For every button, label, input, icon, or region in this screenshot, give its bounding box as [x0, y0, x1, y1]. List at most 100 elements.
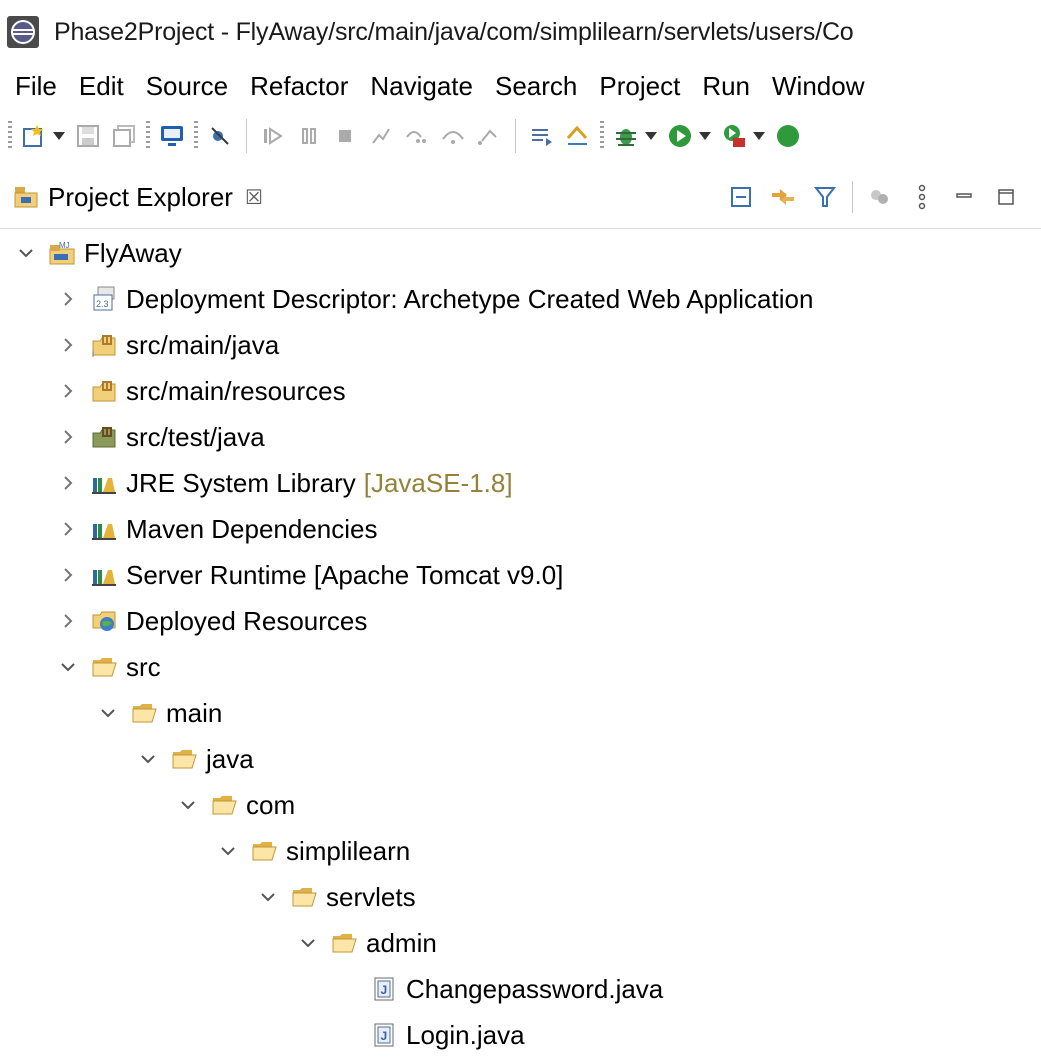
step-return-icon[interactable]: [474, 121, 504, 151]
tree-item-changepassword-java[interactable]: J Changepassword.java: [370, 966, 663, 1012]
close-icon[interactable]: ☒: [245, 185, 263, 210]
menu-file[interactable]: File: [0, 71, 68, 102]
folder-open-icon: [330, 929, 358, 957]
menu-window[interactable]: Window: [761, 71, 875, 102]
tree-item-label: simplilearn: [286, 835, 411, 866]
tree-item-src-main-resources[interactable]: src/main/resources: [56, 368, 346, 414]
suspend-icon[interactable]: [294, 121, 324, 151]
save-icon[interactable]: [73, 121, 103, 151]
maximize-icon[interactable]: [991, 182, 1021, 212]
tree-item-label: java: [206, 743, 254, 774]
use-step-filters-icon[interactable]: [527, 121, 557, 151]
tree-item-main[interactable]: main: [96, 690, 222, 736]
chevron-down-icon[interactable]: [52, 121, 66, 151]
chevron-down-icon[interactable]: [644, 121, 658, 151]
minimize-icon[interactable]: [949, 182, 979, 212]
menu-source[interactable]: Source: [135, 71, 239, 102]
terminate-icon[interactable]: [330, 121, 360, 151]
folder-open-icon: [290, 883, 318, 911]
chevron-down-icon[interactable]: [752, 121, 766, 151]
toolbar-grip[interactable]: [194, 121, 198, 151]
tree-item-label: Deployment Descriptor: Archetype Created…: [126, 283, 814, 314]
tree-item-servlets[interactable]: servlets: [256, 874, 416, 920]
tab-project-explorer[interactable]: Project Explorer ☒: [0, 166, 263, 228]
chevron-right-icon[interactable]: [56, 609, 80, 633]
toolbar-grip[interactable]: [8, 121, 12, 151]
coverage-icon[interactable]: [773, 121, 803, 151]
tree-item-deployment-descriptor[interactable]: 2.3 Deployment Descriptor: Archetype Cre…: [56, 276, 813, 322]
tree-item-simplilearn[interactable]: simplilearn: [216, 828, 410, 874]
view-menu-icon[interactable]: [907, 182, 937, 212]
window-title: Phase2Project - FlyAway/src/main/java/co…: [54, 17, 854, 46]
svg-text:MJ: MJ: [59, 241, 70, 250]
svg-text:2.3: 2.3: [96, 299, 109, 309]
toolbar-separator: [852, 181, 853, 213]
toolbar-grip[interactable]: [146, 121, 150, 151]
save-all-icon[interactable]: [109, 121, 139, 151]
focus-on-active-task-icon[interactable]: [865, 182, 895, 212]
chevron-down-icon[interactable]: [176, 793, 200, 817]
tree-item-login-java[interactable]: J Login.java: [370, 1012, 525, 1058]
skip-breakpoints-icon[interactable]: [205, 121, 235, 151]
svg-text:J: J: [381, 1029, 388, 1043]
tree-item-label: FlyAway: [84, 237, 182, 268]
step-over-icon[interactable]: [438, 121, 468, 151]
tree-item-server-runtime[interactable]: Server Runtime [Apache Tomcat v9.0]: [56, 552, 563, 598]
terminal-icon[interactable]: [157, 121, 187, 151]
tree-item-src[interactable]: src: [56, 644, 161, 690]
chevron-down-icon[interactable]: [14, 241, 38, 265]
folder-open-icon: [210, 791, 238, 819]
tree-item-java[interactable]: java: [136, 736, 254, 782]
chevron-down-icon[interactable]: [698, 121, 712, 151]
project-explorer-icon: [14, 187, 38, 208]
menu-navigate[interactable]: Navigate: [359, 71, 484, 102]
chevron-right-icon[interactable]: [56, 471, 80, 495]
tree-item-com[interactable]: com: [176, 782, 295, 828]
tree-item-maven-dependencies[interactable]: Maven Dependencies: [56, 506, 378, 552]
link-with-editor-icon[interactable]: [768, 182, 798, 212]
tab-label: Project Explorer: [48, 181, 233, 212]
menu-run[interactable]: Run: [691, 71, 761, 102]
tree-item-src-test-java[interactable]: src/test/java: [56, 414, 265, 460]
tree-item-src-main-java[interactable]: i src/main/java: [56, 322, 279, 368]
svg-text:J: J: [381, 983, 388, 997]
chevron-down-icon[interactable]: [216, 839, 240, 863]
tree-item-flyaway[interactable]: MJ FlyAway: [14, 230, 182, 276]
tree-item-label: admin: [366, 927, 437, 958]
menu-search[interactable]: Search: [484, 71, 588, 102]
menu-project[interactable]: Project: [588, 71, 691, 102]
chevron-down-icon[interactable]: [256, 885, 280, 909]
deployed-resources-icon: [90, 607, 118, 635]
deployment-descriptor-icon: 2.3: [90, 285, 118, 313]
external-tools-icon[interactable]: [719, 121, 749, 151]
chevron-right-icon[interactable]: [56, 563, 80, 587]
chevron-right-icon[interactable]: [56, 333, 80, 357]
chevron-down-icon[interactable]: [96, 701, 120, 725]
chevron-down-icon[interactable]: [136, 747, 160, 771]
filter-icon[interactable]: [810, 182, 840, 212]
debug-icon[interactable]: [611, 121, 641, 151]
disconnect-icon[interactable]: [366, 121, 396, 151]
tree-item-admin[interactable]: admin: [296, 920, 437, 966]
run-icon[interactable]: [665, 121, 695, 151]
chevron-down-icon[interactable]: [296, 931, 320, 955]
chevron-right-icon[interactable]: [56, 379, 80, 403]
tree-item-label: Server Runtime [Apache Tomcat v9.0]: [126, 559, 564, 590]
chevron-right-icon[interactable]: [56, 287, 80, 311]
menu-edit[interactable]: Edit: [68, 71, 135, 102]
step-into-icon[interactable]: [402, 121, 432, 151]
tree-item-deployed-resources[interactable]: Deployed Resources: [56, 598, 367, 644]
svg-text:i: i: [92, 349, 94, 359]
collapse-all-icon[interactable]: [726, 182, 756, 212]
toolbar-separator: [515, 119, 516, 153]
new-wizard-icon[interactable]: [19, 121, 49, 151]
tree-item-label: Login.java: [406, 1019, 525, 1050]
tree-item-jre-system-library[interactable]: JRE System Library [JavaSE-1.8]: [56, 460, 513, 506]
chevron-right-icon[interactable]: [56, 425, 80, 449]
chevron-right-icon[interactable]: [56, 517, 80, 541]
resume-icon[interactable]: [258, 121, 288, 151]
drop-to-frame-icon[interactable]: [563, 121, 593, 151]
menu-refactor[interactable]: Refactor: [239, 71, 359, 102]
toolbar-grip[interactable]: [600, 121, 604, 151]
chevron-down-icon[interactable]: [56, 655, 80, 679]
